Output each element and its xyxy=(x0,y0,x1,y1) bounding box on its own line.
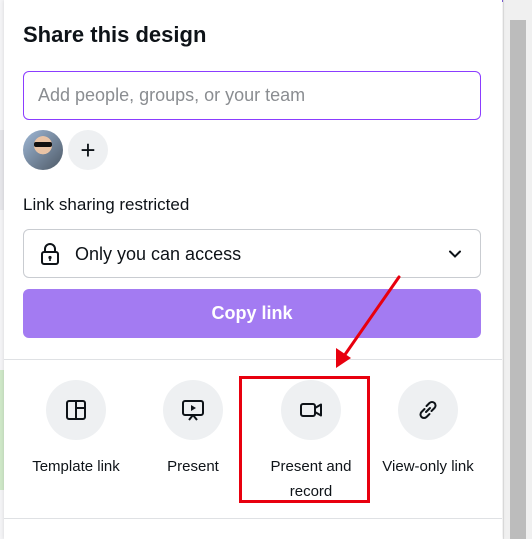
chevron-down-icon xyxy=(449,250,461,258)
divider xyxy=(4,518,502,519)
plus-icon: + xyxy=(80,134,96,165)
link-icon xyxy=(419,400,437,420)
option-label: View-only link xyxy=(382,458,474,475)
present-and-record-option[interactable]: Present and record xyxy=(256,380,366,504)
option-label: Present and record xyxy=(270,458,352,500)
template-icon xyxy=(66,400,86,420)
add-collaborator-button[interactable]: + xyxy=(68,130,108,170)
template-link-option[interactable]: Template link xyxy=(21,380,131,479)
option-label: Present xyxy=(167,458,219,475)
present-icon xyxy=(182,400,204,421)
divider xyxy=(4,359,502,360)
invite-people-input[interactable] xyxy=(23,71,481,120)
present-button[interactable] xyxy=(163,380,223,440)
option-label: Template link xyxy=(32,458,120,475)
link-sharing-label: Link sharing restricted xyxy=(23,195,190,214)
dialog-title: Share this design xyxy=(23,22,207,47)
present-option[interactable]: Present xyxy=(138,380,248,479)
view-only-link-option[interactable]: View-only link xyxy=(373,380,483,479)
copy-link-button[interactable]: Copy link xyxy=(23,289,481,338)
access-dropdown[interactable]: Only you can access xyxy=(23,229,481,278)
access-value: Only you can access xyxy=(75,244,242,264)
scrollbar-thumb[interactable] xyxy=(510,20,526,539)
user-avatar[interactable] xyxy=(23,130,63,170)
video-camera-icon xyxy=(300,403,322,417)
view-only-link-button[interactable] xyxy=(398,380,458,440)
share-dialog: Share this design + Link sharing restric… xyxy=(4,0,502,539)
present-and-record-button[interactable] xyxy=(281,380,341,440)
template-link-button[interactable] xyxy=(46,380,106,440)
scrollbar-track[interactable] xyxy=(503,0,532,539)
lock-icon xyxy=(41,243,59,265)
